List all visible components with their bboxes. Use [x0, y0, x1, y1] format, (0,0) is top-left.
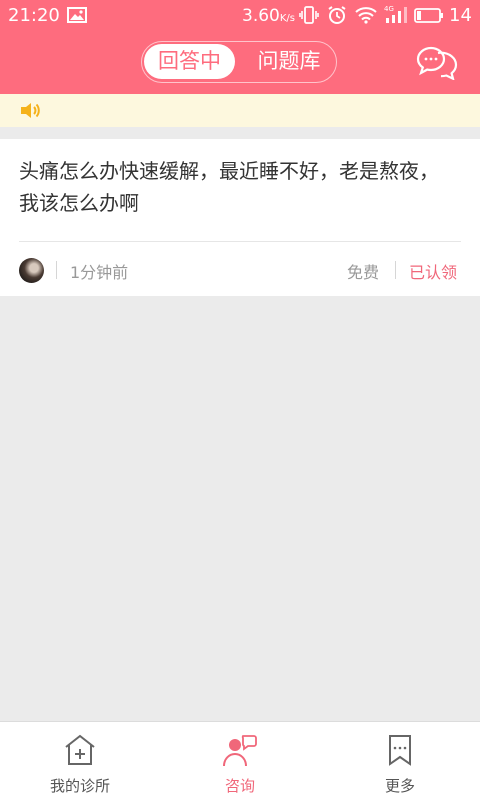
bookmark-more-icon: [389, 735, 411, 766]
tab-label: 更多: [384, 777, 415, 795]
question-card[interactable]: 头痛怎么办快速缓解，最近睡不好，老是熬夜，我该怎么办啊 1分钟前 免费 已认领: [0, 139, 480, 296]
battery-level: 14: [449, 5, 472, 26]
consult-icon: [223, 735, 257, 767]
status-time: 21:20: [8, 5, 60, 26]
app-header: 回答中 问题库: [0, 32, 480, 94]
network-speed-value: 3.60: [242, 6, 280, 26]
battery-icon: [414, 8, 443, 23]
tab-consult[interactable]: 咨询: [160, 722, 320, 800]
avatar[interactable]: [19, 258, 44, 283]
tab-question-bank[interactable]: 问题库: [245, 44, 333, 79]
picture-icon: [67, 7, 87, 23]
question-text: 头痛怎么办快速缓解，最近睡不好，老是熬夜，我该怎么办啊: [19, 159, 439, 215]
alarm-icon: [328, 6, 346, 24]
network-speed-unit: K/s: [279, 13, 295, 24]
clinic-home-icon: [65, 734, 95, 765]
signal-4g-icon: 4G: [384, 5, 407, 23]
network-speed: 3.60K/s: [242, 6, 295, 26]
claim-status: 已认领: [409, 263, 458, 282]
tab-answering[interactable]: 回答中: [144, 44, 235, 79]
meta-divider: [56, 261, 57, 279]
wifi-icon: [355, 7, 377, 24]
vibrate-icon: [299, 6, 319, 24]
tab-label: 我的诊所: [49, 777, 110, 795]
notice-bar[interactable]: [0, 94, 480, 127]
tab-more[interactable]: 更多: [320, 722, 480, 800]
tab-my-clinic[interactable]: 我的诊所: [0, 722, 160, 800]
price-label: 免费: [347, 263, 380, 282]
status-bar: 21:20 3.60K/s 4G 14: [0, 0, 480, 32]
meta-divider: [395, 261, 396, 279]
bottom-tab-bar: 我的诊所 咨询 更多: [0, 721, 480, 800]
tab-label: 咨询: [224, 777, 255, 795]
chat-bubbles-icon[interactable]: [416, 44, 462, 80]
svg-text:4G: 4G: [384, 5, 394, 13]
speaker-icon: [21, 103, 40, 118]
card-divider: [19, 241, 461, 242]
question-time-ago: 1分钟前: [70, 263, 129, 282]
segmented-control: 回答中 问题库: [141, 41, 337, 83]
